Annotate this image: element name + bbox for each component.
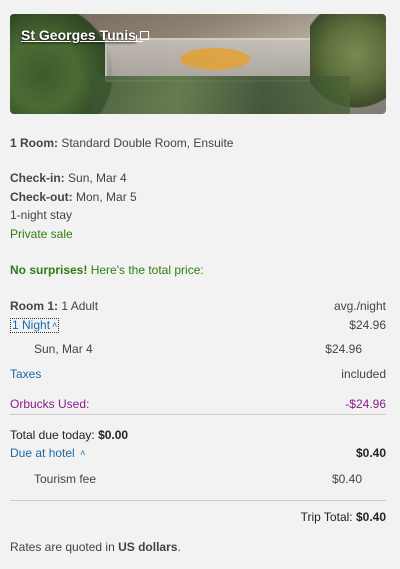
tourism-fee-label: Tourism fee <box>34 472 97 486</box>
room-label: 1 Room: <box>10 136 58 150</box>
hotel-name[interactable]: St Georges Tunis <box>21 27 136 43</box>
chevron-up-double-icon: ˄ <box>80 448 86 458</box>
stay-length: 1-night stay <box>10 208 73 222</box>
trip-total-value: $0.40 <box>355 510 386 524</box>
checkin-date: Sun, Mar 4 <box>68 171 127 185</box>
divider <box>10 500 386 501</box>
room-guests: 1 Adult <box>61 299 99 313</box>
external-link-icon <box>135 30 149 42</box>
due-today-row: Total due today: $0.00 <box>10 428 386 443</box>
orbucks-row: Orbucks Used: -$24.96 <box>10 397 386 412</box>
nights-total: $24.96 <box>349 318 386 332</box>
room-price-header: Room 1: 1 Adult avg./night <box>10 299 386 314</box>
room-type: Standard Double Room, Ensuite <box>61 136 234 150</box>
nights-toggle[interactable]: 1 Night ˄ <box>10 318 60 333</box>
divider <box>10 414 386 415</box>
night-price: $24.96 <box>325 342 362 356</box>
private-sale-label: Private sale <box>10 227 73 241</box>
currency-note-prefix: Rates are quoted in <box>10 540 119 554</box>
room-number-label: Room 1: <box>10 299 58 313</box>
hotel-name-link[interactable]: St Georges Tunis <box>21 27 149 43</box>
due-hotel-toggle[interactable]: Due at hotel ˄ <box>10 446 85 460</box>
photo-foliage <box>90 76 350 114</box>
trip-total-label: Trip Total: <box>300 510 353 524</box>
currency-name: US dollars <box>118 540 178 554</box>
price-notice: No surprises! Here's the total price: <box>10 263 386 278</box>
notice-bold: No surprises! <box>10 263 88 277</box>
due-today-label: Total due today: <box>10 428 95 442</box>
due-hotel-row: Due at hotel ˄ $0.40 <box>10 446 386 461</box>
nights-link-label[interactable]: 1 Night <box>12 318 50 332</box>
due-hotel-label[interactable]: Due at hotel <box>10 446 75 460</box>
checkout-row: Check-out: Mon, Mar 5 <box>10 190 386 205</box>
checkout-label: Check-out: <box>10 190 73 204</box>
hotel-photo: St Georges Tunis <box>10 14 386 114</box>
chevron-up-double-icon: ˄ <box>52 320 58 330</box>
checkin-label: Check-in: <box>10 171 65 185</box>
due-today-value: $0.00 <box>98 428 129 442</box>
avg-night-label: avg./night <box>333 299 386 313</box>
taxes-row: Taxes included <box>10 367 386 382</box>
photo-sign-logo <box>180 48 250 70</box>
notice-text: Here's the total price: <box>87 263 204 277</box>
checkout-date: Mon, Mar 5 <box>76 190 137 204</box>
currency-note-suffix: . <box>177 540 181 554</box>
trip-total-row: Trip Total: $0.40 <box>10 510 386 525</box>
tourism-fee-value: $0.40 <box>331 472 362 486</box>
orbucks-value: -$24.96 <box>345 397 386 411</box>
orbucks-label: Orbucks Used: <box>10 397 90 411</box>
currency-note: Rates are quoted in US dollars. <box>10 540 386 555</box>
checkin-row: Check-in: Sun, Mar 4 <box>10 171 386 186</box>
nights-row: 1 Night ˄ $24.96 <box>10 318 386 333</box>
due-hotel-value: $0.40 <box>355 446 386 460</box>
night-date: Sun, Mar 4 <box>34 342 93 356</box>
taxes-value: included <box>341 367 386 381</box>
room-summary: 1 Room: Standard Double Room, Ensuite <box>10 136 386 151</box>
taxes-link[interactable]: Taxes <box>10 367 41 381</box>
